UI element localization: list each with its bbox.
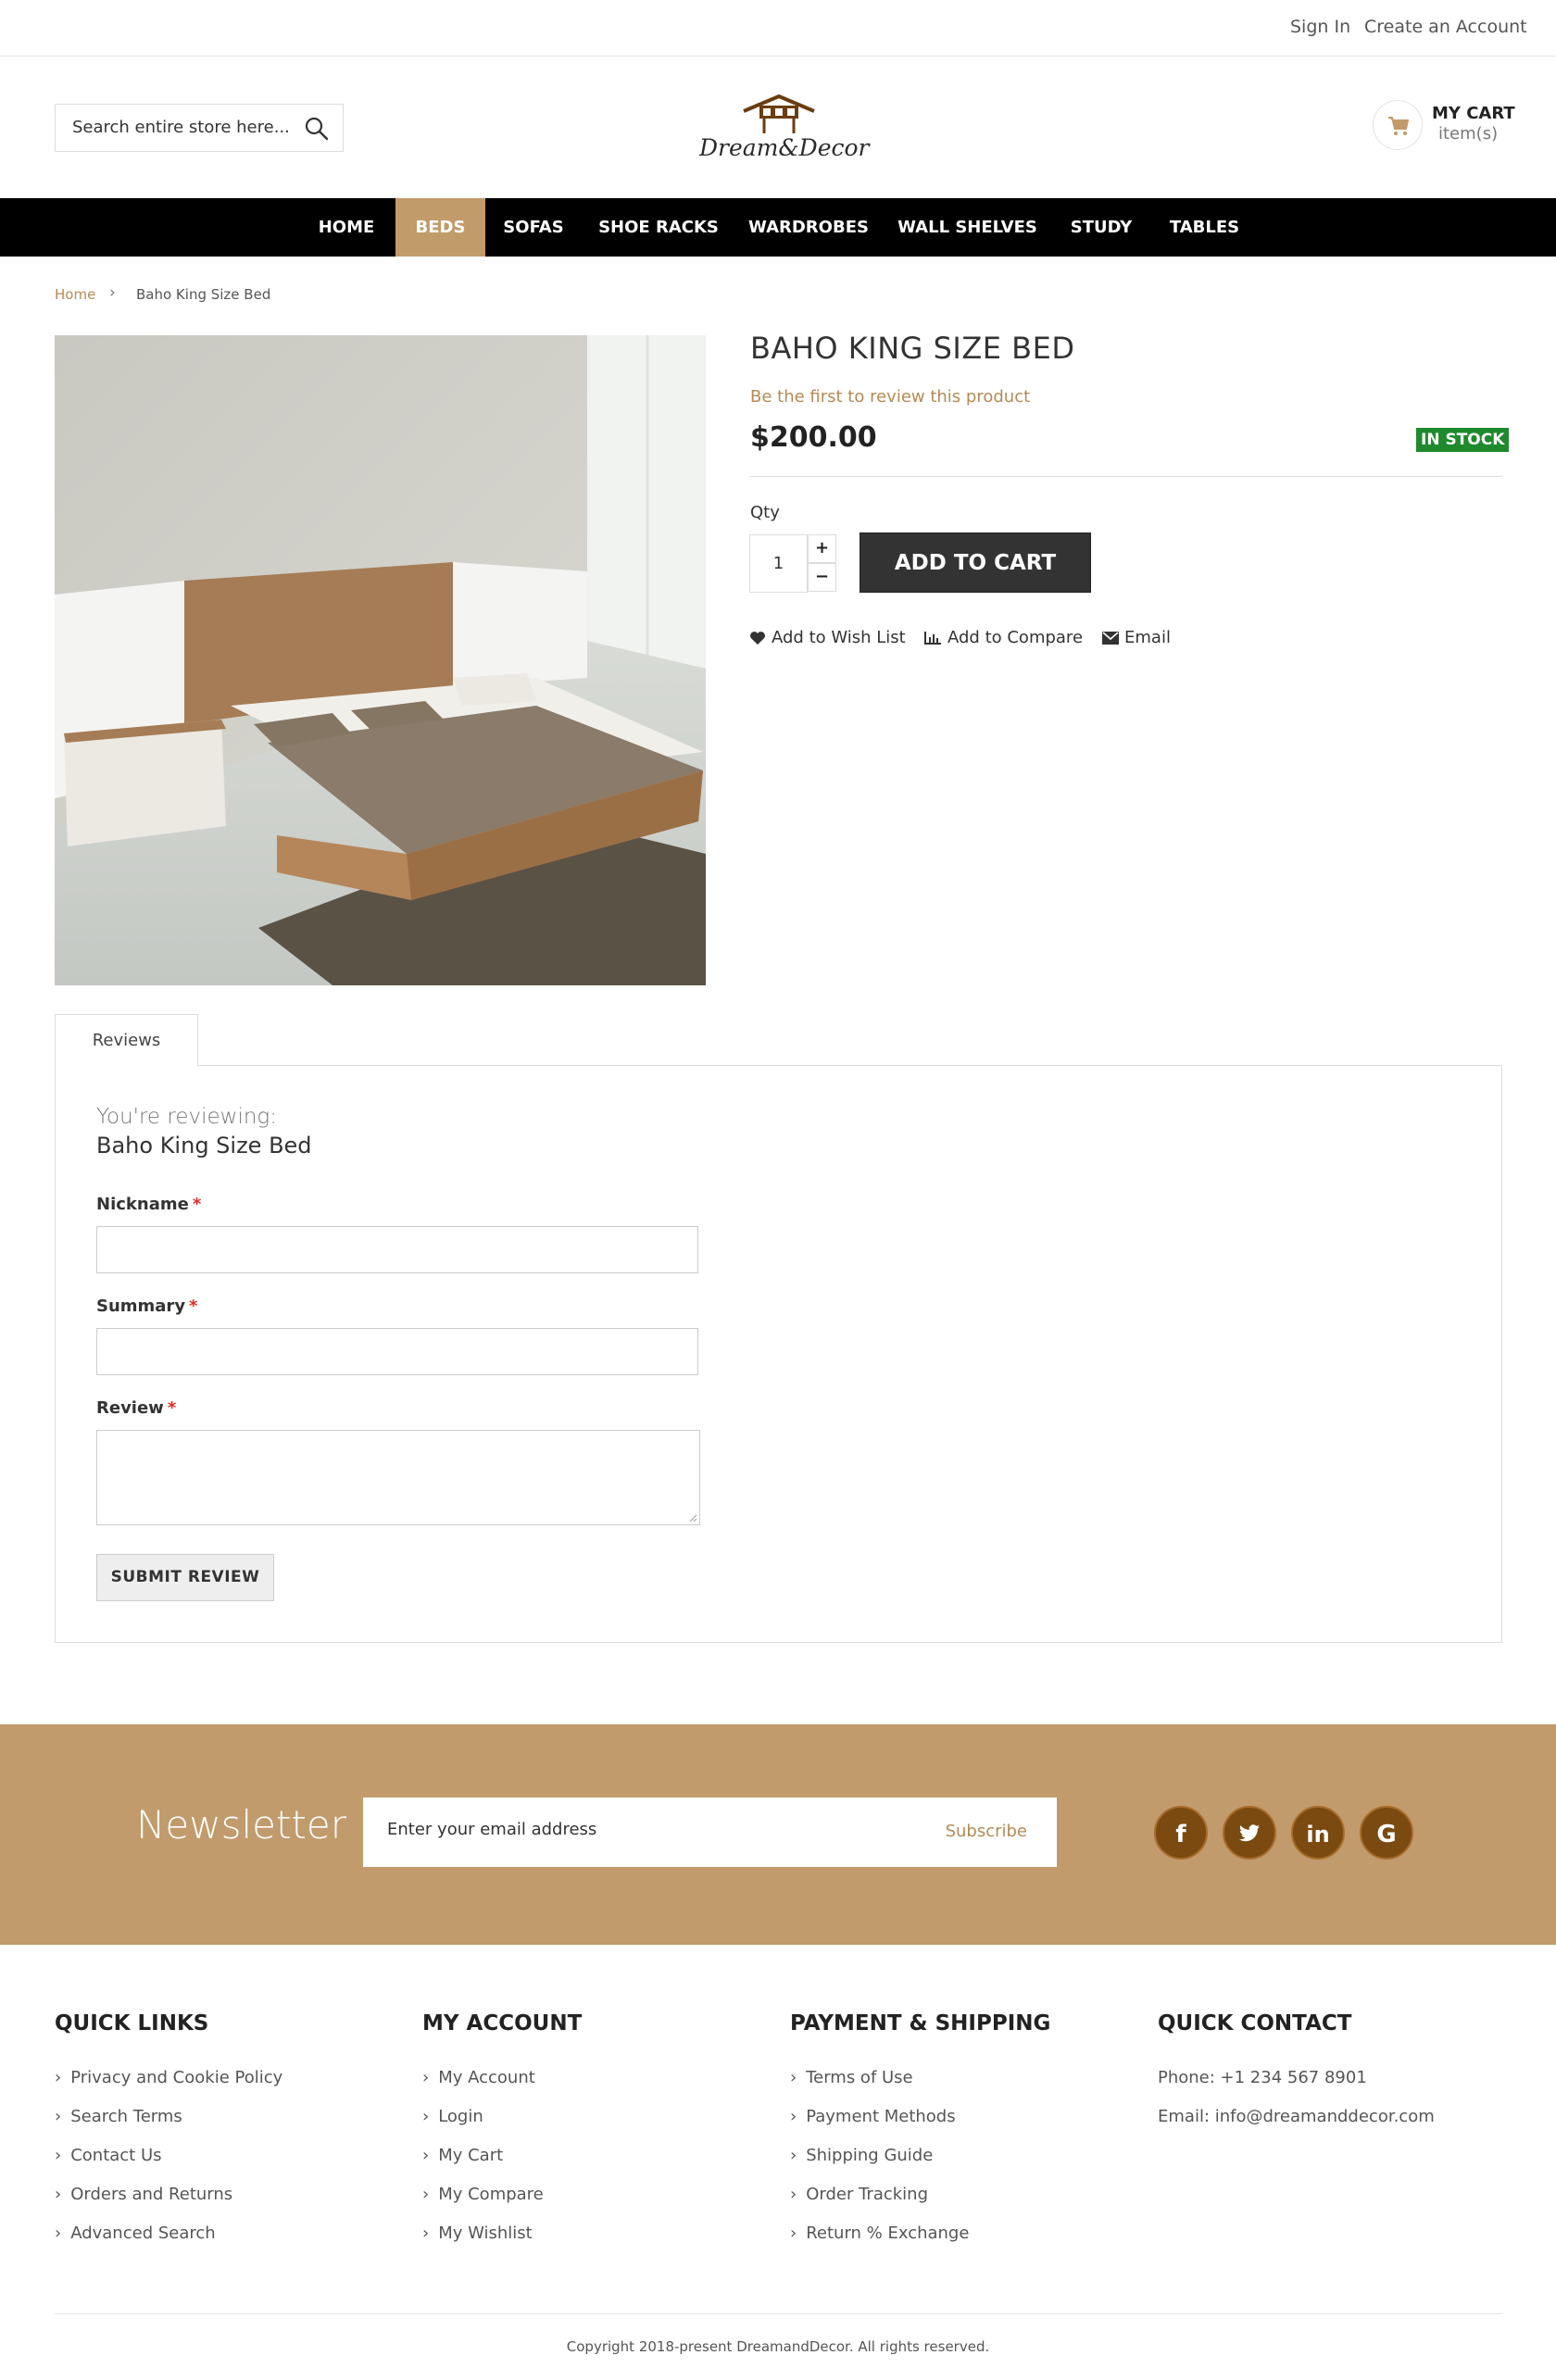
product-title: BAHO KING SIZE BED [750, 331, 1075, 366]
heart-icon [750, 631, 765, 645]
nav-item-sofas[interactable]: SOFAS [494, 198, 573, 257]
divider [750, 476, 1502, 477]
summary-label: Summary * [96, 1296, 197, 1316]
sign-in-link[interactable]: Sign In [1290, 17, 1350, 37]
review-label-text: Review [96, 1398, 164, 1418]
review-textarea[interactable] [97, 1431, 699, 1524]
search-input[interactable] [72, 118, 295, 137]
copyright-text: Copyright 2018-present DreamandDecor. Al… [566, 2338, 990, 2355]
footer-link-contact-us[interactable]: Contact Us [55, 2146, 161, 2165]
nav-item-wall-shelves[interactable]: WALL SHELVES [896, 198, 1039, 257]
nav-item-beds[interactable]: BEDS [395, 198, 485, 257]
resize-handle-icon[interactable] [688, 1513, 697, 1522]
footer-payment-title: PAYMENT & SHIPPING [790, 2011, 1051, 2036]
newsletter-form[interactable]: Subscribe [363, 1798, 1057, 1867]
email-label: Email [1124, 628, 1171, 647]
summary-label-text: Summary [96, 1296, 186, 1316]
footer-link-shipping-guide[interactable]: Shipping Guide [790, 2146, 933, 2165]
review-field[interactable] [96, 1430, 700, 1525]
store-logo[interactable]: Dream&Decor [699, 91, 870, 167]
create-account-link[interactable]: Create an Account [1364, 17, 1527, 37]
twitter-bird-icon [1239, 1824, 1260, 1842]
nav-item-wardrobes[interactable]: WARDROBES [747, 198, 871, 257]
cart-title[interactable]: MY CART [1432, 104, 1515, 123]
footer-link-payment-methods[interactable]: Payment Methods [790, 2107, 955, 2126]
twitter-icon[interactable] [1223, 1806, 1276, 1860]
qty-input[interactable] [750, 535, 807, 592]
add-to-compare-link[interactable]: Add to Compare [923, 628, 1083, 647]
review-product-name: Baho King Size Bed [96, 1133, 312, 1159]
cart-icon [1388, 117, 1409, 135]
footer-link-terms-of-use[interactable]: Terms of Use [790, 2068, 912, 2087]
footer-contact-title: QUICK CONTACT [1158, 2011, 1352, 2036]
logo-text: Dream&Decor [699, 134, 870, 161]
footer-link-advanced-search[interactable]: Advanced Search [55, 2223, 215, 2243]
product-price: $200.00 [750, 421, 877, 454]
tab-reviews[interactable]: Reviews [55, 1014, 198, 1066]
search-box[interactable] [55, 104, 344, 152]
email-link[interactable]: Email [1102, 628, 1171, 647]
review-link[interactable]: Be the first to review this product [750, 387, 1030, 407]
footer-link-my-account[interactable]: My Account [422, 2068, 535, 2087]
breadcrumb-separator-icon: › [109, 283, 116, 302]
summary-input[interactable] [97, 1329, 697, 1374]
nickname-label: Nickname * [96, 1195, 201, 1214]
required-mark: * [167, 1398, 177, 1418]
qty-decrement-button[interactable]: − [808, 563, 836, 592]
add-to-wishlist-link[interactable]: Add to Wish List [749, 628, 906, 647]
google-icon[interactable]: G [1360, 1806, 1413, 1860]
footer-link-privacy[interactable]: Privacy and Cookie Policy [55, 2068, 282, 2087]
summary-field[interactable] [96, 1328, 698, 1375]
bar-chart-icon [924, 631, 941, 645]
qty-label: Qty [750, 503, 780, 522]
submit-review-button[interactable]: SUBMIT REVIEW [96, 1554, 274, 1601]
required-mark: * [189, 1296, 198, 1316]
top-bar: Sign In Create an Account [0, 0, 1556, 56]
nav-item-home[interactable]: HOME [306, 198, 387, 257]
search-icon[interactable] [304, 116, 330, 142]
footer-link-search-terms[interactable]: Search Terms [55, 2107, 182, 2126]
footer-email[interactable]: Email: info@dreamanddecor.com [1158, 2107, 1435, 2126]
cart-button[interactable] [1373, 100, 1423, 150]
wishlist-label: Add to Wish List [772, 628, 906, 647]
review-lead-text: You're reviewing: [96, 1105, 277, 1129]
product-image[interactable] [55, 335, 706, 985]
newsletter-email-input[interactable] [387, 1820, 850, 1839]
facebook-icon[interactable]: f [1154, 1806, 1208, 1860]
footer-link-order-tracking[interactable]: Order Tracking [790, 2185, 928, 2204]
subscribe-button[interactable]: Subscribe [946, 1822, 1027, 1841]
nav-item-shoe-racks[interactable]: SHOE RACKS [596, 198, 722, 257]
footer-link-login[interactable]: Login [422, 2107, 483, 2126]
qty-increment-button[interactable]: + [808, 534, 836, 563]
footer-quick-links-title: QUICK LINKS [55, 2011, 209, 2036]
footer-link-my-cart[interactable]: My Cart [422, 2146, 503, 2165]
review-label: Review * [96, 1398, 176, 1418]
breadcrumb-home[interactable]: Home [55, 286, 95, 303]
newsletter-title: Newsletter [136, 1802, 347, 1848]
cart-item-count: item(s) [1438, 124, 1499, 144]
footer-my-account-title: MY ACCOUNT [422, 2011, 583, 2036]
footer-link-my-compare[interactable]: My Compare [422, 2185, 544, 2204]
footer-link-my-wishlist[interactable]: My Wishlist [422, 2223, 533, 2243]
add-to-cart-button[interactable]: ADD TO CART [860, 532, 1091, 593]
bed-product-image [55, 335, 706, 985]
envelope-icon [1102, 631, 1119, 645]
qty-field[interactable] [749, 534, 808, 593]
house-logo-icon [743, 94, 815, 133]
footer-link-orders-returns[interactable]: Orders and Returns [55, 2185, 232, 2204]
footer-divider [55, 2313, 1502, 2314]
breadcrumb-current: Baho King Size Bed [136, 286, 271, 303]
footer-phone: Phone: +1 234 567 8901 [1158, 2068, 1367, 2087]
nickname-field[interactable] [96, 1226, 698, 1273]
compare-label: Add to Compare [947, 628, 1084, 647]
footer-link-return-exchange[interactable]: Return % Exchange [790, 2223, 969, 2243]
nav-item-tables[interactable]: TABLES [1166, 198, 1243, 257]
nav-item-study[interactable]: STUDY [1063, 198, 1139, 257]
nickname-input[interactable] [97, 1227, 697, 1272]
nickname-label-text: Nickname [96, 1195, 189, 1214]
stock-badge: IN STOCK [1416, 428, 1510, 452]
linkedin-icon[interactable]: in [1291, 1806, 1345, 1860]
main-navigation: HOME BEDS SOFAS SHOE RACKS WARDROBES WAL… [0, 198, 1556, 257]
required-mark: * [192, 1195, 202, 1214]
